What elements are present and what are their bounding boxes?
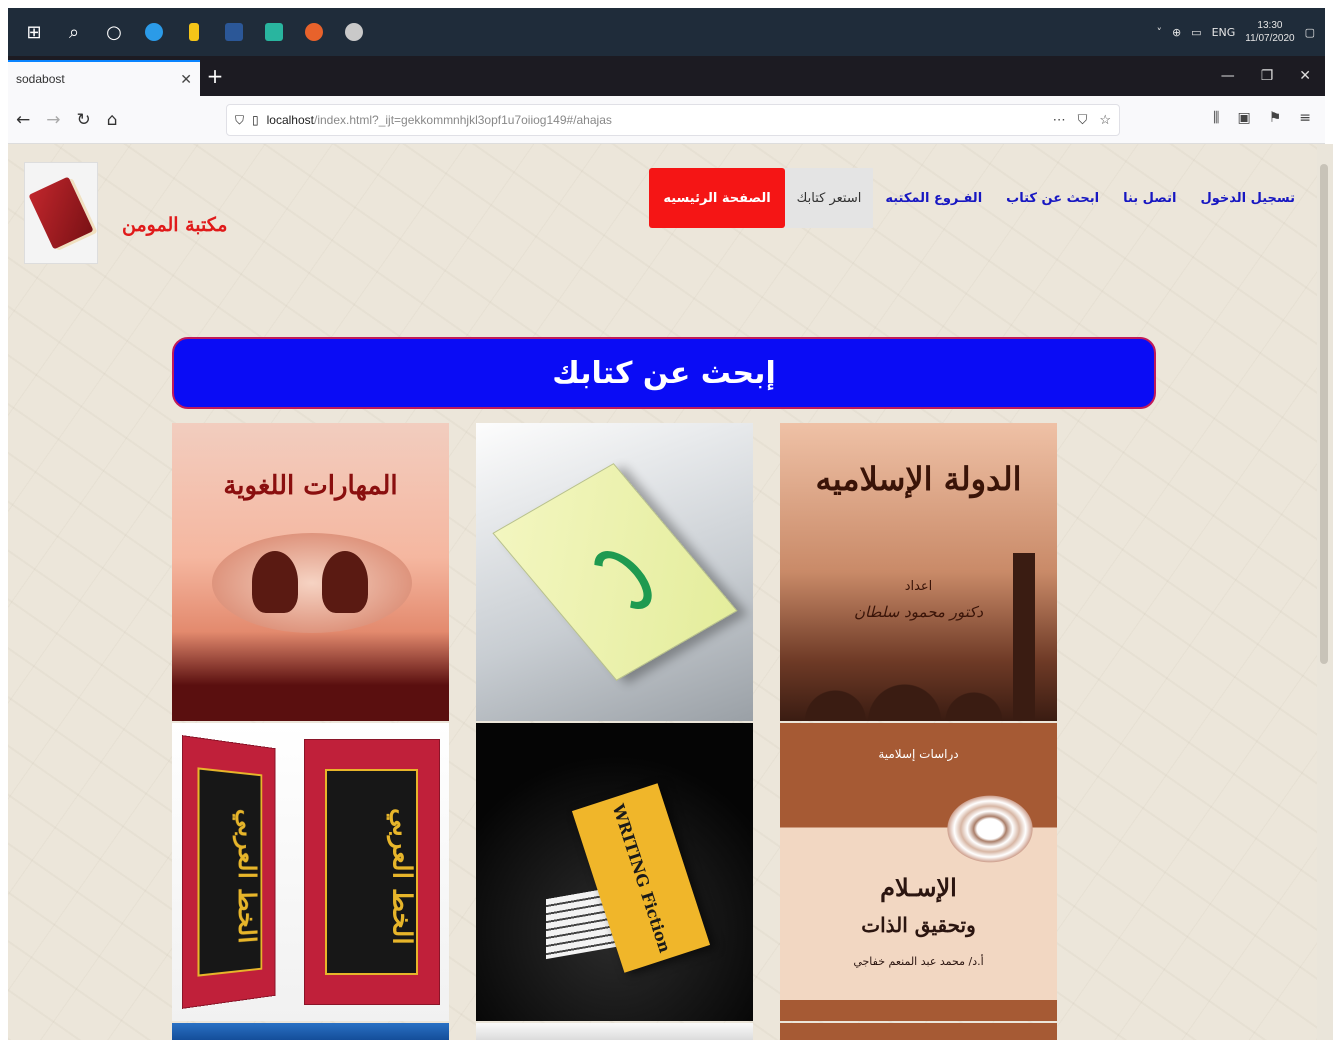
book-title: الخط العربي bbox=[324, 769, 419, 975]
site-logo[interactable] bbox=[24, 162, 98, 264]
minimize-icon[interactable]: — bbox=[1221, 68, 1235, 84]
book-title: الدولة الإسلاميه bbox=[815, 460, 1022, 498]
book-title: WRITING Fiction bbox=[608, 801, 674, 955]
book-card[interactable] bbox=[780, 1023, 1057, 1040]
browser-tab[interactable]: sodabost ✕ bbox=[8, 60, 200, 96]
menu-contact[interactable]: اتصل بنا bbox=[1111, 168, 1188, 228]
book-card[interactable] bbox=[476, 423, 753, 721]
chevron-up-icon[interactable]: ˅ bbox=[1156, 26, 1162, 39]
cortana-icon[interactable]: ○ bbox=[94, 12, 134, 52]
book-card[interactable]: دراسات إسلامية الإسـلام وتحقيق الذات أ.د… bbox=[780, 723, 1057, 1021]
menu-search-book[interactable]: ابحث عن كتاب bbox=[994, 168, 1111, 228]
shield-icon[interactable]: ⛉ bbox=[235, 113, 244, 128]
book-card[interactable] bbox=[172, 1023, 449, 1040]
cover-art bbox=[212, 533, 412, 633]
whatsapp-icon[interactable] bbox=[254, 12, 294, 52]
search-banner[interactable]: إبحث عن كتابك bbox=[172, 337, 1156, 409]
tab-title: sodabost bbox=[16, 72, 65, 86]
reload-icon[interactable]: ↻ bbox=[77, 110, 91, 130]
windows-start-icon[interactable]: ⊞ bbox=[14, 12, 54, 52]
site-name: مكتبة المومن bbox=[122, 214, 228, 236]
scroll-thumb[interactable] bbox=[1320, 164, 1328, 664]
app-icon[interactable] bbox=[334, 12, 374, 52]
library-icon[interactable]: ⫼ bbox=[1213, 110, 1219, 126]
restore-icon[interactable]: ❐ bbox=[1261, 68, 1274, 84]
clock-date: 11/07/2020 bbox=[1245, 33, 1295, 44]
menu-borrow-book[interactable]: استعر كتابك bbox=[784, 168, 874, 228]
word-icon[interactable] bbox=[214, 12, 254, 52]
cover-art: الخط العربي bbox=[181, 735, 275, 1009]
book-card[interactable]: المهارات اللغوية bbox=[172, 423, 449, 721]
url-host: localhost bbox=[266, 113, 314, 127]
cover-art bbox=[944, 793, 1036, 865]
edge-icon[interactable] bbox=[134, 12, 174, 52]
book-title: الإسـلام bbox=[880, 873, 957, 902]
book-card[interactable] bbox=[476, 1023, 753, 1040]
cover-art bbox=[780, 641, 1057, 721]
main-menu: الصفحة الرئيسيه استعر كتابك الفـروع المك… bbox=[649, 168, 1307, 228]
url-bar[interactable]: ⛉ ▯ localhost/index.html?_ijt=gekkommnhj… bbox=[226, 104, 1120, 136]
book-author: أ.د/ محمد عبد المنعم خفاجي bbox=[853, 955, 984, 968]
browser-tab-bar: sodabost ✕ + — ❐ ✕ bbox=[8, 56, 1325, 96]
cover-art bbox=[491, 463, 738, 681]
more-actions-icon[interactable]: ⋯ bbox=[1053, 112, 1066, 128]
book-card[interactable]: الدولة الإسلاميه اعداد دكتور محمود سلطان bbox=[780, 423, 1057, 721]
cover-art: الخط العربي bbox=[303, 739, 440, 1005]
home-icon[interactable]: ⌂ bbox=[107, 110, 118, 130]
menu-branches[interactable]: الفـروع المكتبه bbox=[873, 168, 994, 228]
book-title: الخط العربي bbox=[197, 767, 262, 977]
close-tab-icon[interactable]: ✕ bbox=[180, 71, 192, 88]
battery-icon[interactable]: ▭ bbox=[1191, 26, 1201, 39]
back-icon[interactable]: ← bbox=[16, 110, 30, 130]
menu-home[interactable]: الصفحة الرئيسيه bbox=[649, 168, 785, 228]
page-icon: ▯ bbox=[252, 113, 259, 127]
new-tab-icon[interactable]: + bbox=[200, 64, 230, 88]
cover-art bbox=[322, 551, 368, 613]
menu-login[interactable]: تسجيل الدخول bbox=[1188, 168, 1307, 228]
sidebar-icon[interactable]: ▣ bbox=[1237, 110, 1250, 126]
forward-icon[interactable]: → bbox=[46, 110, 60, 130]
pocket-icon[interactable]: ⛉ bbox=[1078, 112, 1088, 128]
browser-nav-bar: ← → ↻ ⌂ ⛉ ▯ localhost/index.html?_ijt=ge… bbox=[8, 96, 1325, 144]
file-explorer-icon[interactable] bbox=[174, 12, 214, 52]
extension-icon[interactable]: ⚑ bbox=[1269, 110, 1282, 126]
language-indicator[interactable]: ENG bbox=[1212, 26, 1236, 39]
web-page: مكتبة المومن الصفحة الرئيسيه استعر كتابك… bbox=[8, 144, 1317, 1040]
firefox-icon[interactable] bbox=[294, 12, 334, 52]
network-icon[interactable]: ⊕ bbox=[1172, 26, 1181, 39]
book-logo-icon bbox=[28, 176, 94, 250]
book-grid: المهارات اللغوية الدولة الإسلاميه اعداد … bbox=[172, 423, 1057, 1040]
book-title: المهارات اللغوية bbox=[223, 471, 398, 501]
page-scrollbar[interactable] bbox=[1317, 144, 1333, 1040]
bookmark-star-icon[interactable]: ☆ bbox=[1099, 112, 1111, 128]
notifications-icon[interactable]: ▢ bbox=[1305, 26, 1315, 39]
clock-time: 13:30 bbox=[1257, 20, 1283, 31]
book-subtitle: وتحقيق الذات bbox=[861, 913, 976, 937]
cover-art bbox=[252, 551, 298, 613]
cover-art bbox=[582, 542, 663, 618]
book-card[interactable]: الخط العربي الخط العربي bbox=[172, 723, 449, 1021]
search-icon[interactable]: ⌕ bbox=[54, 12, 94, 52]
url-path: /index.html?_ijt=gekkommnhjkl3opf1u7oiio… bbox=[314, 113, 612, 127]
close-window-icon[interactable]: ✕ bbox=[1299, 68, 1311, 84]
book-series: دراسات إسلامية bbox=[878, 747, 959, 761]
windows-taskbar: ⊞ ⌕ ○ ˅ ⊕ ▭ ENG 13:30 11/07/2020 ▢ bbox=[8, 8, 1325, 56]
book-card[interactable]: WRITING Fiction bbox=[476, 723, 753, 1021]
menu-icon[interactable]: ≡ bbox=[1299, 110, 1311, 126]
clock[interactable]: 13:30 11/07/2020 bbox=[1245, 19, 1294, 45]
